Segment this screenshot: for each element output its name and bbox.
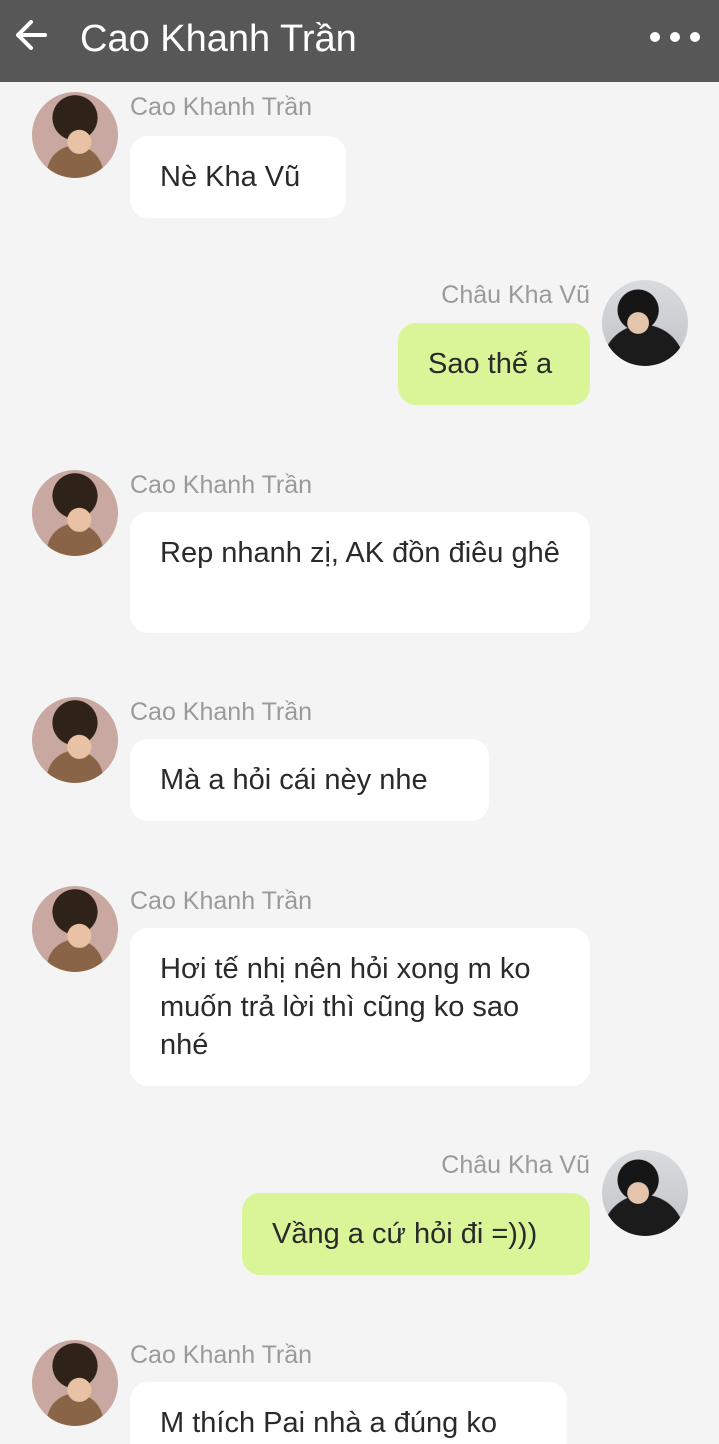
message-bubble[interactable]: M thích Pai nhà a đúng ko: [130, 1382, 567, 1444]
sender-name: Cao Khanh Trần: [130, 1341, 313, 1369]
message-bubble[interactable]: Sao thế a: [398, 323, 590, 405]
sender-name: Châu Kha Vũ: [441, 1151, 590, 1179]
message-incoming: Cao Khanh Trần Mà a hỏi cái nèy nhe: [0, 697, 719, 823]
message-incoming: Cao Khanh Trần M thích Pai nhà a đúng ko: [0, 1340, 719, 1444]
sender-name: Châu Kha Vũ: [441, 281, 590, 309]
avatar[interactable]: [32, 470, 118, 556]
message-incoming: Cao Khanh Trần Rep nhanh zị, AK đồn điêu…: [0, 470, 719, 634]
more-options-button[interactable]: [642, 14, 708, 60]
avatar[interactable]: [32, 1340, 118, 1426]
chat-title: Cao Khanh Trần: [80, 18, 357, 60]
message-bubble[interactable]: Vầng a cứ hỏi đi =))): [242, 1193, 590, 1275]
sender-name: Cao Khanh Trần: [130, 93, 313, 121]
sender-name: Cao Khanh Trần: [130, 471, 313, 499]
message-bubble[interactable]: Rep nhanh zị, AK đồn điêu ghê: [130, 512, 590, 633]
message-bubble[interactable]: Mà a hỏi cái nèy nhe: [130, 739, 489, 821]
avatar[interactable]: [32, 886, 118, 972]
message-list[interactable]: Cao Khanh Trần Nè Kha Vũ Châu Kha Vũ Sao…: [0, 82, 719, 1444]
avatar[interactable]: [602, 280, 688, 366]
message-outgoing: Châu Kha Vũ Sao thế a: [0, 280, 719, 406]
sender-name: Cao Khanh Trần: [130, 698, 313, 726]
avatar[interactable]: [602, 1150, 688, 1236]
avatar[interactable]: [32, 92, 118, 178]
sender-name: Cao Khanh Trần: [130, 887, 313, 915]
more-horizontal-icon: [650, 32, 700, 42]
message-incoming: Cao Khanh Trần Nè Kha Vũ: [0, 92, 719, 218]
back-button[interactable]: [8, 12, 54, 58]
avatar[interactable]: [32, 697, 118, 783]
message-bubble[interactable]: Hơi tế nhị nên hỏi xong m ko muốn trả lờ…: [130, 928, 590, 1086]
arrow-left-icon: [16, 20, 47, 50]
message-outgoing: Châu Kha Vũ Vầng a cứ hỏi đi =))): [0, 1150, 719, 1276]
message-incoming: Cao Khanh Trần Hơi tế nhị nên hỏi xong m…: [0, 886, 719, 1088]
chat-header: Cao Khanh Trần: [0, 0, 719, 82]
message-bubble[interactable]: Nè Kha Vũ: [130, 136, 346, 218]
